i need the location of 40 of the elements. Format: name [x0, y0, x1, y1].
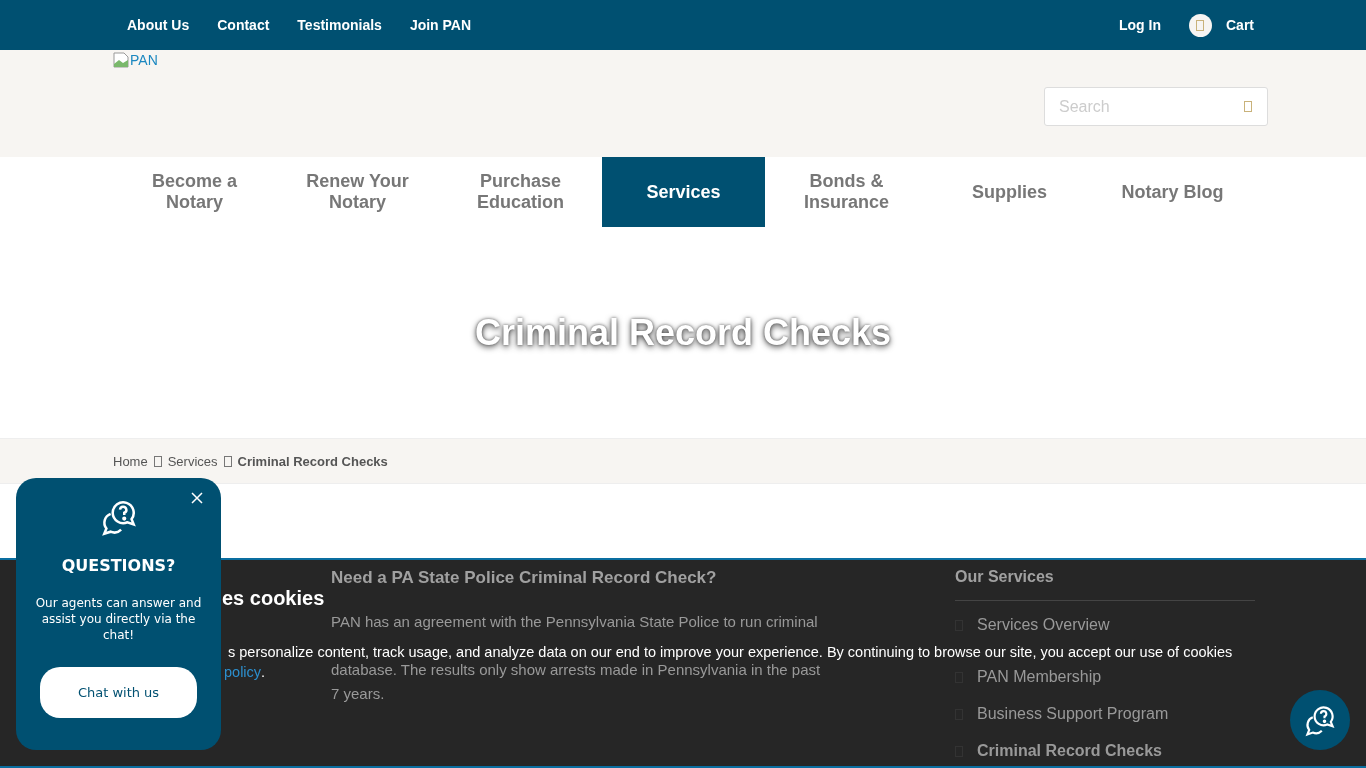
separator-icon	[153, 455, 162, 467]
breadcrumb-link[interactable]: Services	[167, 453, 218, 469]
top-link[interactable]: About Us	[127, 17, 190, 33]
sidebar-link[interactable]: Criminal Record Checks	[955, 741, 1162, 761]
breadcrumb-current: Criminal Record Checks	[237, 453, 388, 469]
chat-button[interactable]: Chat with us	[40, 667, 197, 718]
page-title: Criminal Record Checks	[474, 311, 892, 354]
cookie-title: es cookies	[222, 587, 326, 610]
article-heading: Need a PA State Police Criminal Record Check?	[331, 568, 718, 588]
cookie-text: s personalize content, track usage, and analyze data on our end to improve your experience. By continuing to browse our site, you accept our use of cookies	[227, 644, 1234, 660]
glyph-icon	[1196, 19, 1205, 31]
separator-icon	[223, 455, 232, 467]
nav-tab[interactable]: Bonds & Insurance	[765, 157, 928, 227]
article-text: database. The results only show arrests made in Pennsylvania in the past	[331, 660, 822, 680]
top-link[interactable]: Testimonials	[297, 17, 382, 33]
close-icon	[191, 492, 203, 504]
broken-image-icon	[113, 52, 129, 68]
nav-tab[interactable]: Notary Blog	[1091, 157, 1254, 227]
nav-tab[interactable]: Supplies	[928, 157, 1091, 227]
nav-tab[interactable]: Renew Your Notary	[276, 157, 439, 227]
close-button[interactable]	[189, 490, 205, 506]
top-link[interactable]: Contact	[217, 17, 270, 33]
popup-text: Our agents can answer and assist you directly via the chat!	[34, 595, 203, 643]
sidebar-link[interactable]: Services Overview	[955, 615, 1110, 635]
sidebar-link[interactable]: PAN Membership	[955, 667, 1102, 687]
policy-link[interactable]: policy	[224, 664, 262, 680]
sidebar-link[interactable]: Business Support Program	[955, 704, 1169, 724]
nav-tab[interactable]: Become a Notary	[113, 157, 276, 227]
article-text: 7 years.	[331, 684, 386, 704]
breadcrumb-link[interactable]: Home	[113, 453, 148, 469]
nav-tab[interactable]: Services	[602, 157, 765, 227]
cart-link[interactable]: Cart	[1226, 17, 1254, 33]
login-link[interactable]: Log In	[1119, 17, 1161, 33]
period-text: .	[261, 664, 266, 680]
logo-link[interactable]: PAN	[113, 52, 158, 72]
top-link[interactable]: Join PAN	[409, 17, 472, 33]
logo-alt-text: PAN	[130, 52, 158, 68]
popup-title: QUESTIONS?	[61, 556, 176, 575]
nav-tab[interactable]: Purchase Education	[439, 157, 602, 227]
article-text: PAN has an agreement with the Pennsylvania State Police to run criminal	[331, 612, 819, 632]
